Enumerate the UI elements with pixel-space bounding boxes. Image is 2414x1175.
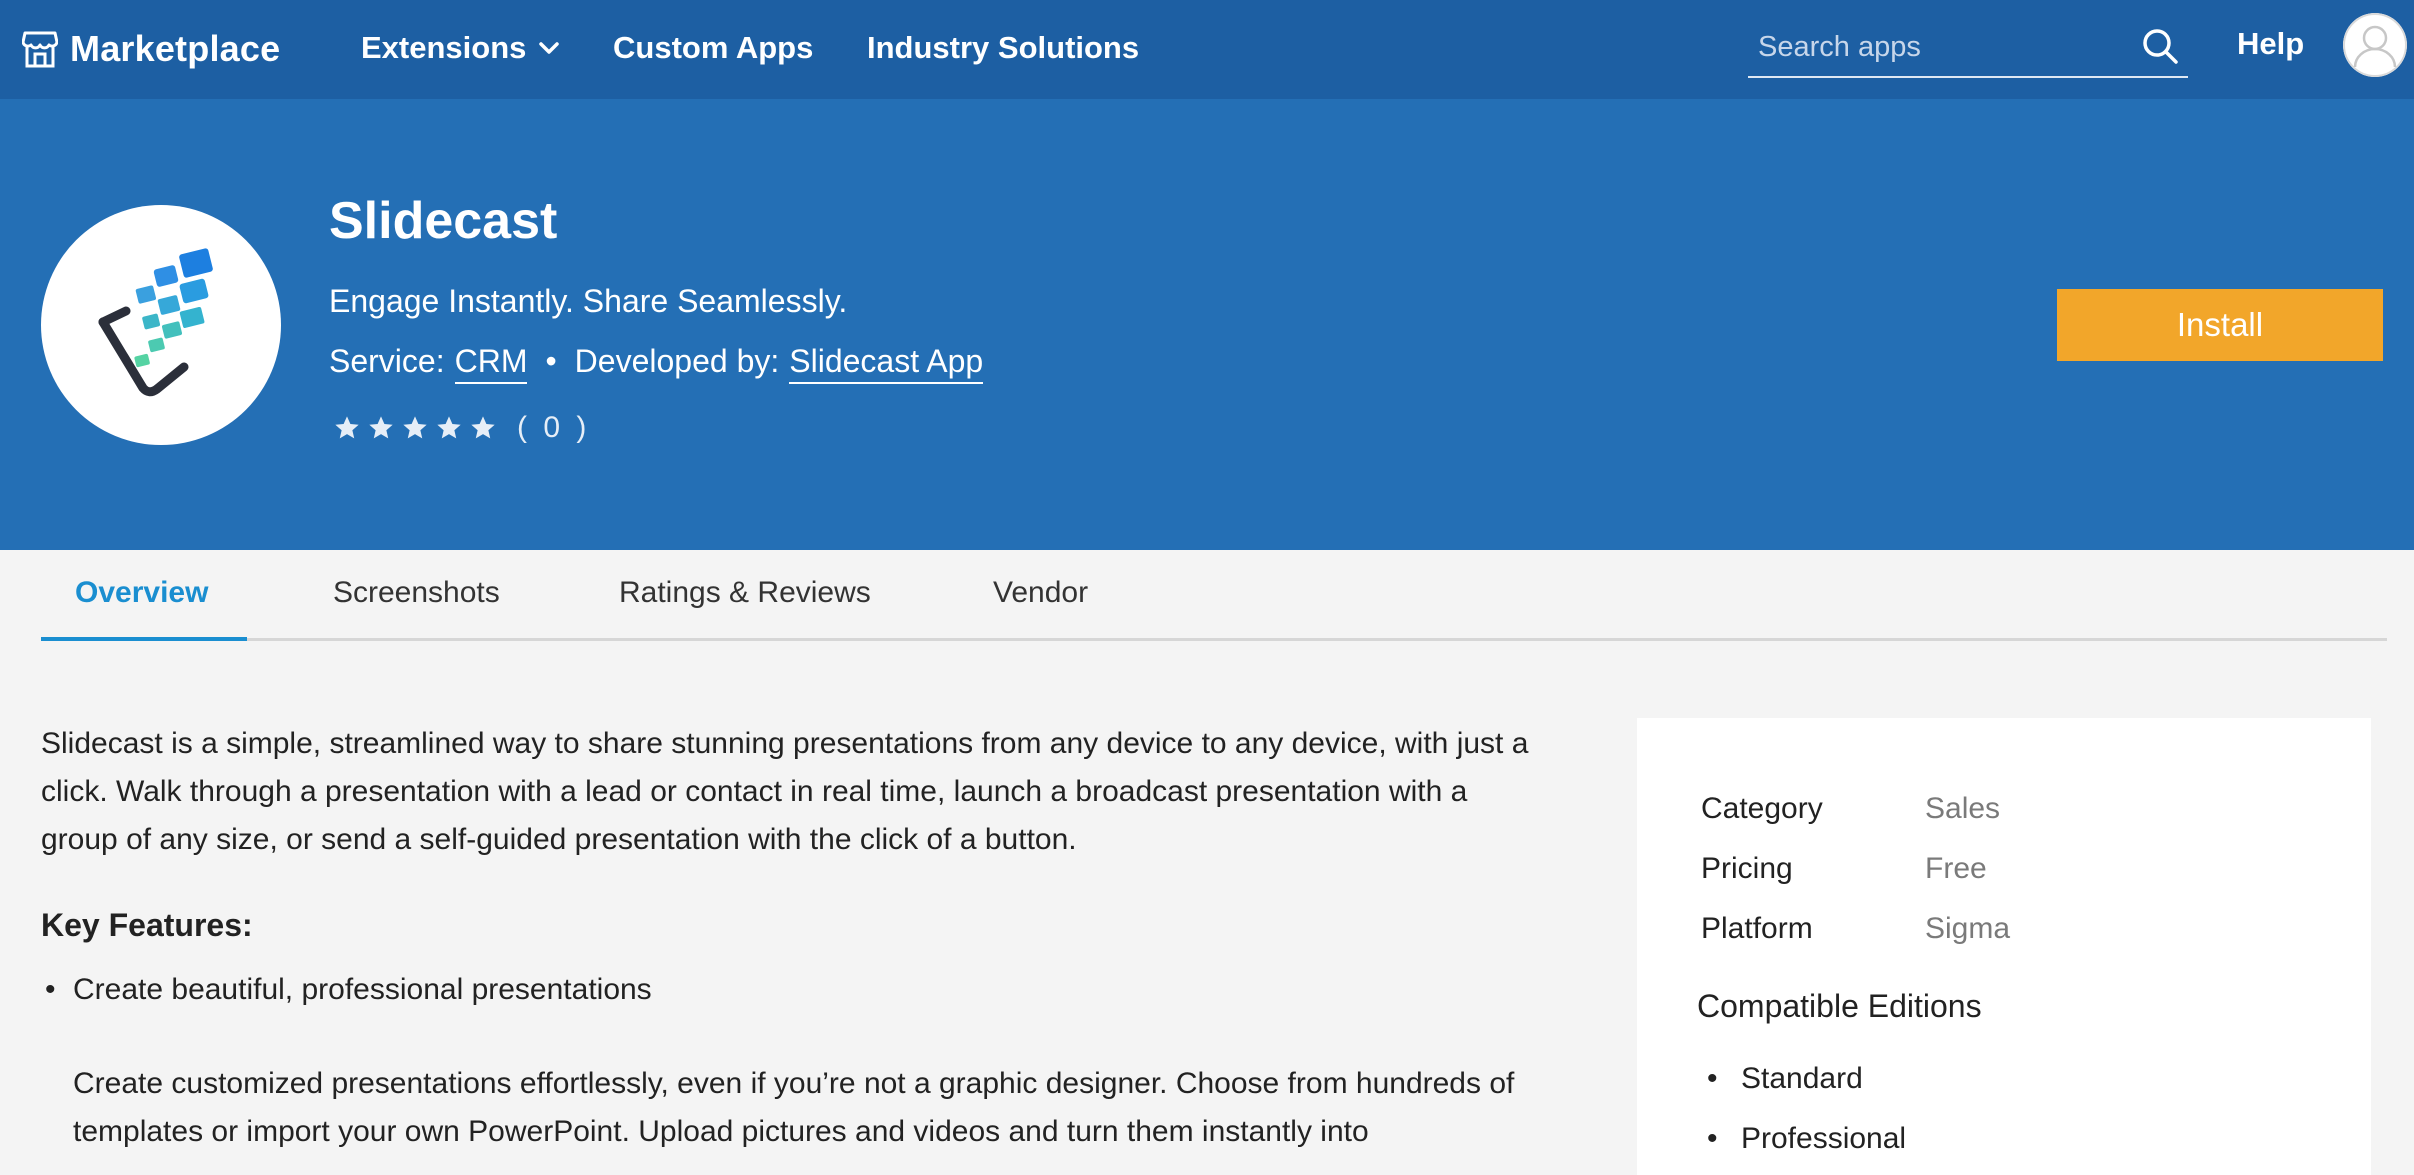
help-link[interactable]: Help <box>2237 26 2304 62</box>
avatar[interactable] <box>2343 13 2407 77</box>
detail-key: Category <box>1701 792 1823 825</box>
app-details-panel: Category Sales Pricing Free Platform Sig… <box>1637 718 2371 1175</box>
list-item: Create beautiful, professional presentat… <box>41 966 1541 1014</box>
detail-row-pricing: Pricing Free <box>1701 852 1987 886</box>
nav-extensions-label: Extensions <box>361 30 527 65</box>
nav-industry-solutions[interactable]: Industry Solutions <box>867 30 1139 66</box>
feature-detail: Create customized presentations effortle… <box>73 1067 1515 1148</box>
star-icon <box>471 416 495 439</box>
search-box <box>1748 18 2188 78</box>
meta-separator: • <box>545 343 557 379</box>
search-input[interactable] <box>1756 26 2130 68</box>
chevron-down-icon <box>539 42 560 54</box>
nav-industry-solutions-label: Industry Solutions <box>867 30 1140 65</box>
service-link[interactable]: CRM <box>454 343 528 384</box>
detail-value: Free <box>1925 852 1987 885</box>
app-tagline: Engage Instantly. Share Seamlessly. <box>329 283 848 319</box>
features-heading: Key Features: <box>41 907 253 943</box>
brand-label: Marketplace <box>70 28 281 69</box>
tab-vendor[interactable]: Vendor <box>993 576 1088 610</box>
detail-value: Sales <box>1925 792 2001 825</box>
star-icon <box>437 416 461 439</box>
rating-count: ( 0 ) <box>517 411 591 444</box>
star-icon <box>369 416 393 439</box>
developer-link[interactable]: Slidecast App <box>789 343 984 384</box>
brand-logo[interactable]: Marketplace <box>22 26 280 72</box>
search-icon[interactable] <box>2140 26 2180 66</box>
app-hero: Slidecast Engage Instantly. Share Seamle… <box>0 99 2414 550</box>
compatible-editions-heading: Compatible Editions <box>1697 988 1982 1024</box>
top-navbar: Marketplace Extensions Custom Apps Indus… <box>0 0 2414 99</box>
detail-value: Sigma <box>1925 912 2011 945</box>
install-button[interactable]: Install <box>2057 289 2383 361</box>
active-tab-indicator <box>41 637 247 641</box>
app-title: Slidecast <box>329 192 558 250</box>
slidecast-logo-icon <box>98 248 213 397</box>
app-description: Slidecast is a simple, streamlined way t… <box>41 727 1529 856</box>
user-icon <box>2343 13 2407 77</box>
tab-overview[interactable]: Overview <box>75 576 208 610</box>
detail-row-category: Category Sales <box>1701 792 2000 826</box>
detail-row-platform: Platform Sigma <box>1701 912 2010 946</box>
detail-key: Pricing <box>1701 852 1793 885</box>
star-icon <box>403 416 427 439</box>
star-rating: ( 0 ) <box>333 411 590 445</box>
detail-key: Platform <box>1701 912 1813 945</box>
star-icon <box>335 416 359 439</box>
edition-item: Professional <box>1707 1122 1906 1156</box>
app-logo <box>41 205 281 445</box>
overview-content: Slidecast is a simple, streamlined way t… <box>41 720 1541 1156</box>
service-label: Service: <box>329 343 445 379</box>
nav-extensions[interactable]: Extensions <box>361 30 560 66</box>
tab-bar: Overview Screenshots Ratings & Reviews V… <box>41 550 2387 641</box>
nav-custom-apps[interactable]: Custom Apps <box>613 30 813 66</box>
developer-label: Developed by: <box>574 343 780 379</box>
tab-screenshots[interactable]: Screenshots <box>333 576 500 610</box>
feature-list: Create beautiful, professional presentat… <box>41 966 1541 1014</box>
nav-custom-apps-label: Custom Apps <box>613 30 814 65</box>
tab-ratings-reviews[interactable]: Ratings & Reviews <box>619 576 871 610</box>
store-icon <box>22 31 58 68</box>
app-meta: Service: CRM • Developed by: Slidecast A… <box>329 343 984 384</box>
edition-item: Standard <box>1707 1062 1863 1096</box>
